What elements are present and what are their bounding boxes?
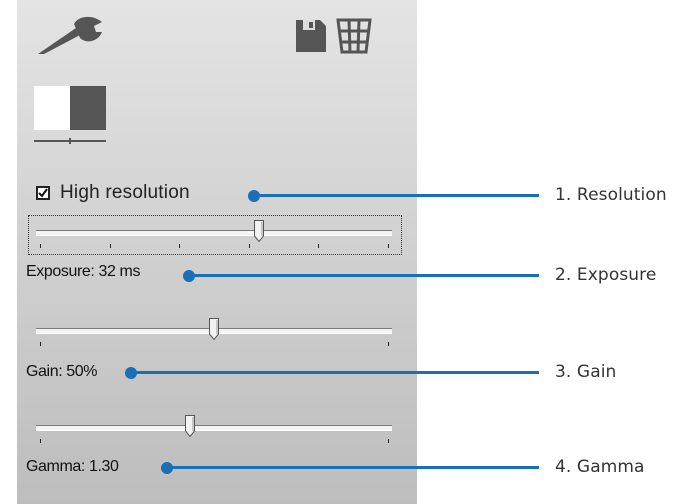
slider-tick — [388, 439, 389, 443]
callout-line-exposure — [190, 274, 539, 277]
high-resolution-checkbox[interactable] — [36, 186, 50, 200]
grid-basket-icon[interactable] — [336, 18, 372, 54]
slider-tick — [179, 244, 180, 248]
slider-thumb[interactable] — [185, 415, 195, 438]
slider-tick — [388, 244, 389, 248]
exposure-slider[interactable] — [36, 218, 392, 248]
high-resolution-row[interactable]: High resolution — [36, 180, 190, 206]
slider-track — [36, 230, 392, 236]
slider-tick — [110, 244, 111, 248]
callout-line-gain — [132, 371, 539, 374]
callout-exposure: 2. Exposure — [555, 265, 657, 285]
high-resolution-label: High resolution — [60, 182, 190, 203]
gain-label: Gain: 50% — [26, 363, 98, 380]
callout-line-resolution — [256, 194, 539, 197]
slider-tick — [388, 342, 389, 346]
gain-slider[interactable] — [36, 316, 392, 346]
callout-line-gamma — [168, 466, 539, 469]
slider-tick — [318, 244, 319, 248]
callout-gamma: 4. Gamma — [555, 457, 645, 477]
callout-resolution: 1. Resolution — [555, 185, 667, 205]
contrast-split-icon[interactable] — [34, 86, 106, 146]
callout-gain: 3. Gain — [555, 362, 617, 382]
slider-track — [36, 425, 392, 431]
wrench-icon[interactable] — [36, 16, 104, 54]
slider-thumb[interactable] — [254, 220, 264, 243]
slider-tick — [40, 439, 41, 443]
gamma-label: Gamma: 1.30 — [26, 458, 119, 475]
slider-tick — [249, 244, 250, 248]
slider-tick — [40, 342, 41, 346]
slider-tick — [40, 244, 41, 248]
slider-thumb[interactable] — [209, 318, 219, 341]
floppy-disk-icon[interactable] — [296, 20, 326, 52]
checkmark-icon — [38, 188, 48, 198]
exposure-label: Exposure: 32 ms — [26, 263, 141, 280]
gamma-slider[interactable] — [36, 413, 392, 443]
